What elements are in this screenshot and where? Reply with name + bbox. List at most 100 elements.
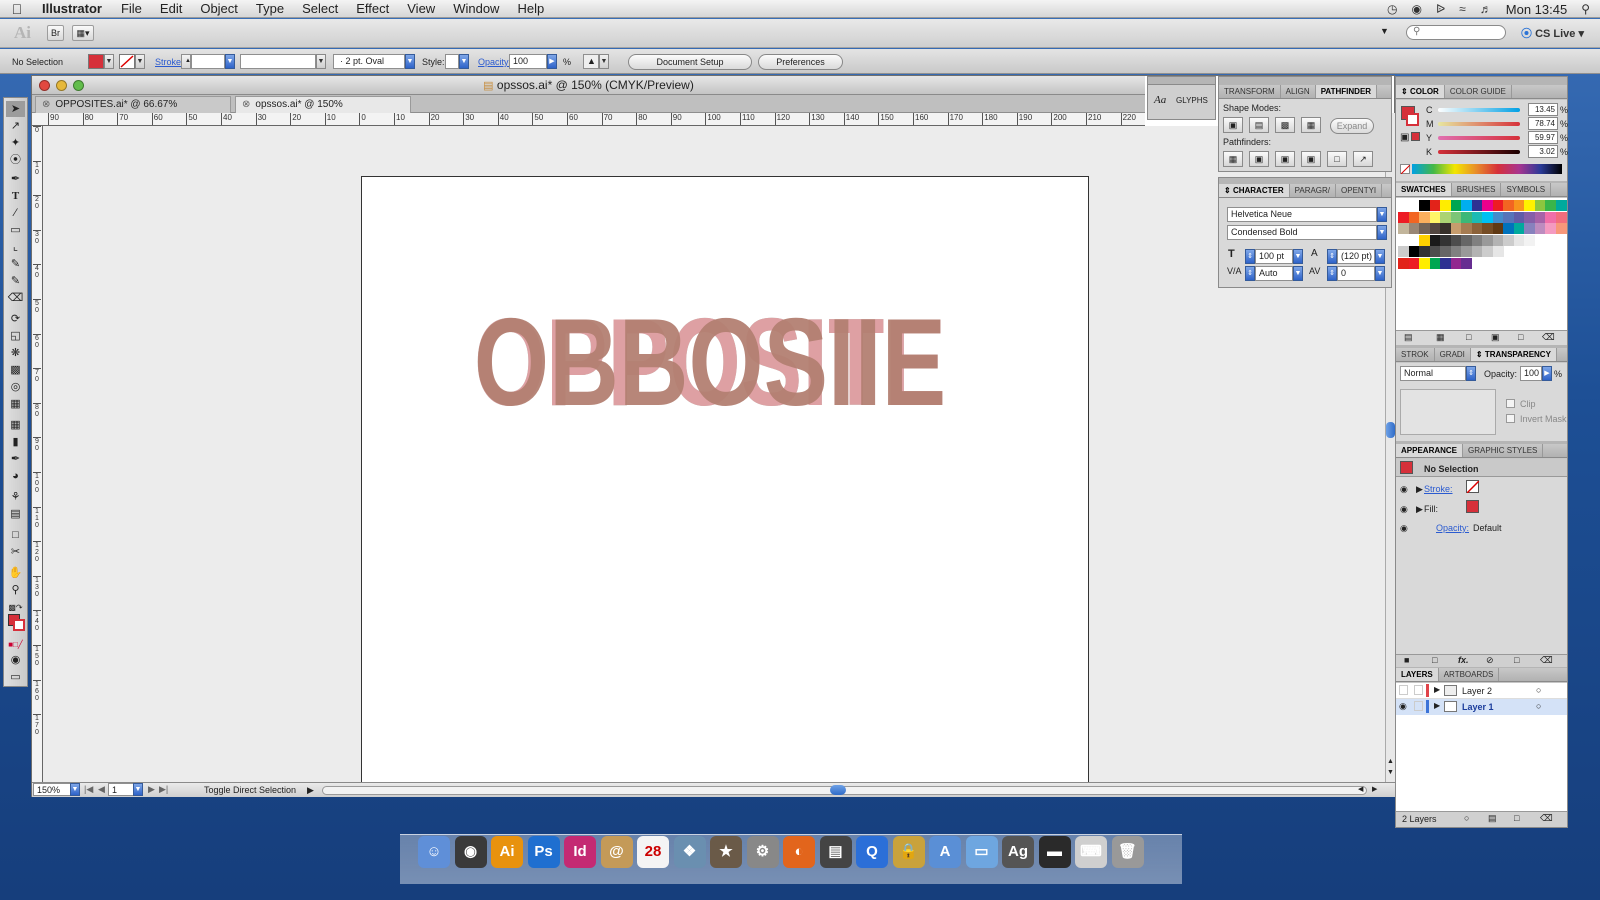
variable-width-field[interactable] [240, 54, 316, 69]
swatch[interactable] [1482, 246, 1493, 257]
swatch[interactable] [1419, 211, 1430, 223]
preferences-button[interactable]: Preferences [758, 54, 843, 70]
tab-artboards[interactable]: ARTBOARDS [1439, 668, 1500, 681]
color-spectrum[interactable] [1412, 164, 1562, 174]
panel-grip[interactable] [1396, 77, 1567, 85]
lasso-tool-icon[interactable]: ⦿ [6, 152, 25, 168]
swatch[interactable] [1492, 246, 1504, 257]
swatch[interactable] [1471, 246, 1483, 257]
fill-expand-icon[interactable]: ▶ [1416, 504, 1423, 515]
status-menu-icon[interactable]: ▶ [307, 785, 314, 796]
appearance-stroke-swatch[interactable] [1466, 480, 1480, 494]
apple-icon[interactable]:  [0, 1, 34, 17]
swatch[interactable] [1534, 234, 1546, 246]
merge-icon[interactable]: ▣ [1275, 151, 1295, 167]
swatch[interactable] [1513, 223, 1525, 234]
swatch[interactable] [1429, 211, 1441, 223]
stroke-dropdown-icon[interactable]: ▼ [135, 54, 145, 69]
scale-tool-icon[interactable]: ◱ [6, 328, 25, 344]
leading-stepper[interactable]: ⇕ [1327, 249, 1337, 264]
swatch[interactable] [1482, 234, 1493, 246]
tab-character[interactable]: ⇕ CHARACTER [1219, 184, 1290, 197]
swatch[interactable] [1440, 246, 1451, 257]
line-tool-icon[interactable]: ∕ [6, 205, 25, 221]
stroke-link[interactable]: Stroke: [155, 57, 184, 67]
selection-tool-icon[interactable]: ➤ [6, 101, 25, 117]
appearance-stroke-link[interactable]: Stroke: [1424, 484, 1453, 494]
channel-m-field[interactable]: 78.74 [1528, 117, 1558, 130]
trim-icon[interactable]: ▣ [1249, 151, 1269, 167]
crop-icon[interactable]: ▣ [1301, 151, 1321, 167]
scroll-up-icon[interactable]: ▲ [1387, 758, 1394, 765]
invert-mask-checkbox[interactable] [1506, 414, 1515, 423]
swatch[interactable] [1419, 246, 1430, 257]
kerning-stepper[interactable]: ⇕ [1245, 266, 1255, 281]
swatch[interactable] [1440, 200, 1451, 211]
swatch[interactable] [1419, 200, 1430, 211]
draw-mode-icon[interactable]: ◉ [6, 652, 25, 668]
panel-grip[interactable] [1219, 77, 1391, 85]
new-layer-icon[interactable]: □ [1514, 813, 1519, 823]
swatch[interactable] [1450, 223, 1462, 234]
swatch[interactable] [1408, 223, 1420, 234]
tab-stroke[interactable]: STROK [1396, 348, 1435, 361]
lock-toggle[interactable] [1414, 685, 1423, 695]
swatch[interactable] [1471, 223, 1483, 234]
vertical-scroll-thumb[interactable] [1386, 422, 1395, 438]
art-text-obbosiie[interactable]: OBBOSIIE [474, 294, 946, 432]
horizontal-ruler[interactable]: 90 80 70 60 50 40 30 20 10 0 10 20 30 40 50 60 70 80 90 100… [42, 113, 1145, 126]
swatch[interactable] [1461, 257, 1472, 269]
dock-icon-28[interactable]: 28 [637, 836, 669, 868]
dock-icon-system-preferences[interactable]: ⚙ [746, 836, 779, 868]
bridge-button[interactable]: Br [47, 25, 64, 41]
dock-icon-lock[interactable]: 🔒 [892, 836, 925, 868]
channel-k-field[interactable]: 3.02 [1528, 145, 1558, 158]
tracking-dropdown-icon[interactable]: ▼ [1375, 266, 1385, 281]
dock-icon-finder[interactable]: ☺ [418, 836, 450, 868]
layer-row[interactable]: ◉ ▶ Layer 1 ○ [1396, 699, 1567, 715]
cs-live-button[interactable]: ⦿ CS Live ▾ [1521, 25, 1584, 41]
warp-tool-icon[interactable]: ❋ [6, 345, 25, 361]
close-tab-icon[interactable]: ⊗ [242, 99, 250, 110]
first-artboard-icon[interactable]: |◀ [84, 784, 93, 795]
transparency-opacity-dropdown-icon[interactable]: ▶ [1542, 366, 1552, 381]
tab-graphic-styles[interactable]: GRAPHIC STYLES [1463, 444, 1544, 457]
scroll-right-icon[interactable]: ▶ [1372, 785, 1377, 793]
style-dropdown-icon[interactable]: ▼ [459, 54, 469, 69]
document-setup-button[interactable]: Document Setup [628, 54, 752, 70]
fill-swatch[interactable] [88, 54, 104, 69]
bluetooth-icon[interactable]: ᐉ [1436, 2, 1445, 16]
outline-icon[interactable]: □ [1327, 151, 1347, 167]
swatch[interactable] [1471, 200, 1483, 211]
stroke-none-swatch[interactable] [119, 54, 135, 69]
unite-icon[interactable]: ▣ [1223, 117, 1243, 133]
tab-color-guide[interactable]: COLOR GUIDE [1445, 85, 1512, 98]
dock-icon-photos[interactable]: ❖ [673, 836, 706, 868]
none-color-icon[interactable] [1400, 164, 1411, 175]
swatch[interactable] [1471, 211, 1483, 223]
menu-object[interactable]: Object [191, 1, 247, 16]
tab-gradient[interactable]: GRADI [1435, 348, 1471, 361]
dock-icon-imovie[interactable]: ★ [710, 836, 742, 868]
clear-appearance-icon[interactable]: ⊘ [1486, 655, 1494, 666]
swatch[interactable] [1555, 223, 1567, 234]
artboard-tool-icon[interactable]: □ [6, 527, 25, 543]
type-tool-icon[interactable]: T [6, 188, 25, 204]
dock-icon-ag[interactable]: Ag [1002, 836, 1034, 868]
tab-layers[interactable]: LAYERS [1396, 668, 1439, 681]
lock-toggle[interactable] [1414, 701, 1423, 711]
zoom-window-button[interactable] [73, 80, 84, 91]
intersect-icon[interactable]: ▩ [1275, 117, 1295, 133]
swatch[interactable] [1461, 234, 1472, 246]
tab-pathfinder[interactable]: PATHFINDER [1315, 85, 1378, 98]
swatch[interactable] [1461, 211, 1472, 223]
swatch[interactable] [1398, 257, 1409, 269]
swatch[interactable] [1398, 211, 1409, 223]
swatch-options-icon[interactable]: □ [1466, 332, 1471, 342]
swatch[interactable] [1555, 200, 1567, 211]
glyphs-label[interactable]: GLYPHS [1176, 96, 1208, 105]
swatch[interactable] [1545, 223, 1556, 234]
channel-m-slider[interactable] [1438, 122, 1520, 126]
tracking-field[interactable]: 0 [1337, 266, 1375, 281]
minimize-window-button[interactable] [56, 80, 67, 91]
